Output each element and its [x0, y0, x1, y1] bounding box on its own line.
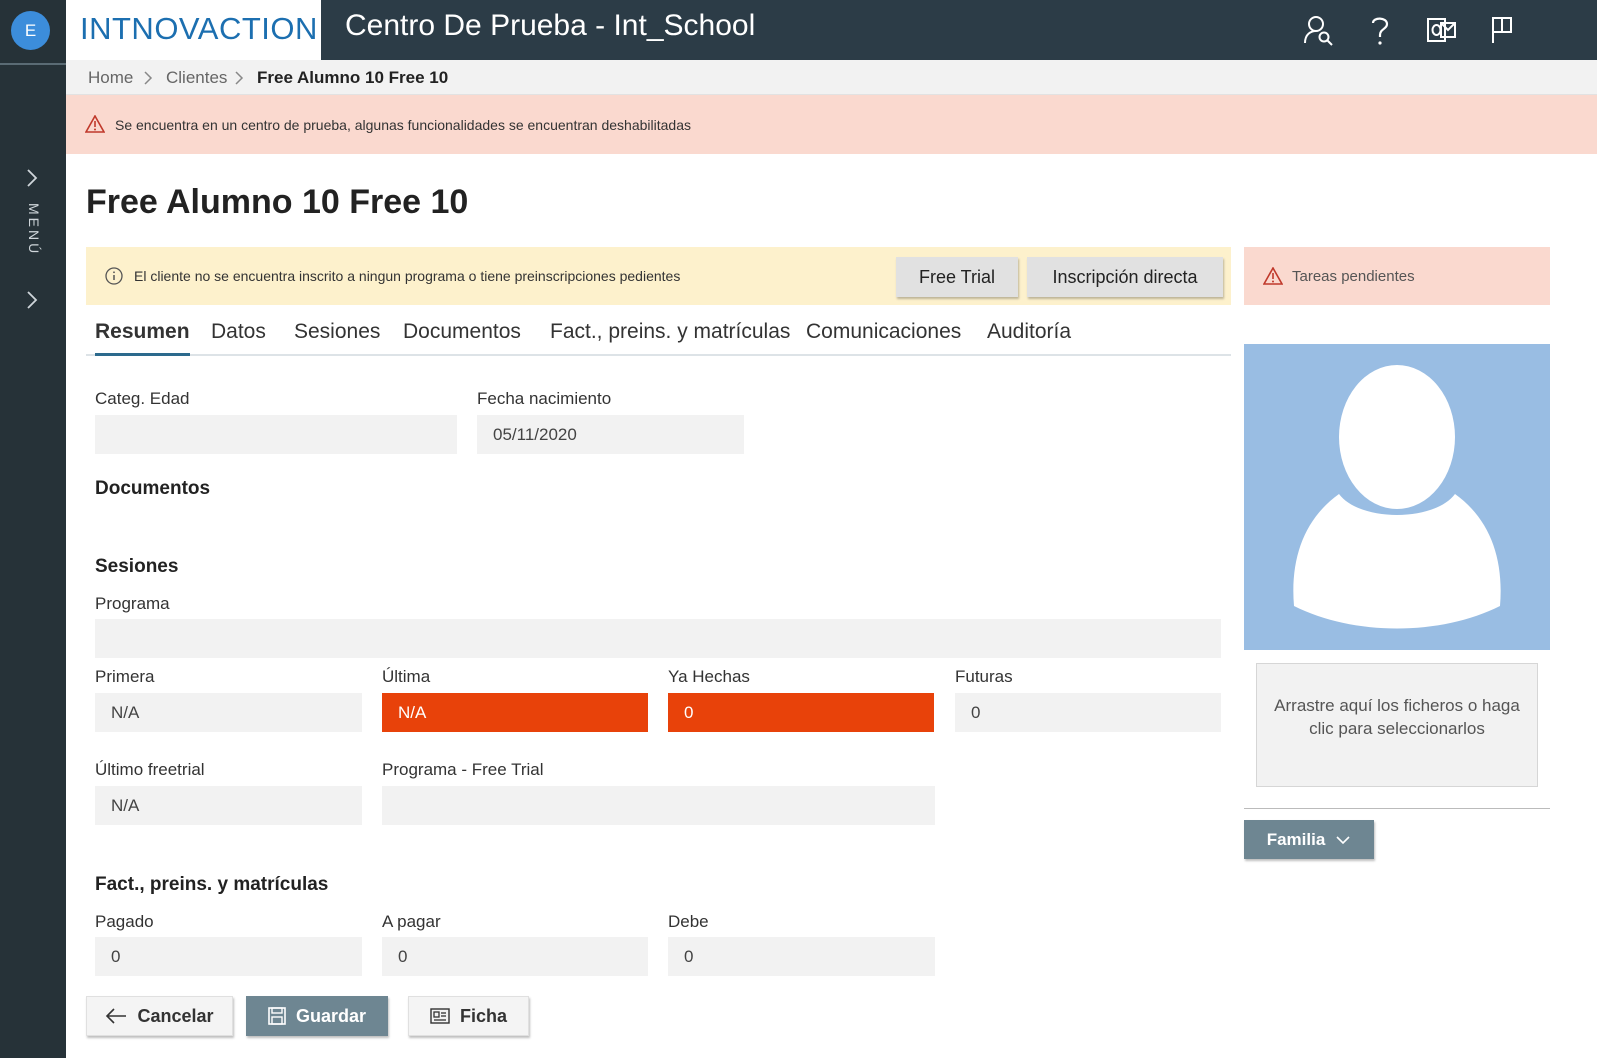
chevron-right-icon[interactable] — [25, 290, 39, 310]
ya-hechas-label: Ya Hechas — [668, 667, 750, 686]
save-button[interactable]: Guardar — [246, 996, 388, 1036]
primera-label: Primera — [95, 667, 155, 686]
user-silhouette-icon — [1293, 365, 1501, 629]
arrow-left-icon — [106, 1008, 127, 1024]
programa-field — [95, 619, 1221, 658]
top-bar: INTNOVACTION Centro De Prueba - Int_Scho… — [66, 0, 1597, 60]
breadcrumb: Home Clientes Free Alumno 10 Free 10 — [66, 60, 1597, 95]
rail-divider — [0, 63, 66, 65]
tab-facturacion[interactable]: Fact., preins. y matrículas — [550, 320, 790, 356]
categ-edad-label: Categ. Edad — [95, 389, 190, 408]
help-icon[interactable] — [1363, 13, 1397, 47]
profile-photo[interactable] — [1244, 344, 1550, 650]
primera-field: N/A — [95, 693, 362, 732]
programa-label: Programa — [95, 594, 170, 613]
save-label: Guardar — [295, 1005, 367, 1026]
facturacion-section-title: Fact., preins. y matrículas — [95, 874, 329, 895]
tab-resumen[interactable]: Resumen — [95, 320, 190, 356]
logo[interactable]: INTNOVACTION — [66, 0, 321, 60]
chevron-right-icon — [235, 71, 244, 85]
debe-label: Debe — [668, 912, 709, 931]
ya-hechas-field: 0 — [668, 693, 934, 732]
pagado-field: 0 — [95, 937, 362, 976]
futuras-field: 0 — [955, 693, 1221, 732]
ultima-field: N/A — [382, 693, 648, 732]
flag-icon[interactable] — [1485, 13, 1519, 47]
programa-free-trial-label: Programa - Free Trial — [382, 760, 544, 779]
programa-free-trial-field — [382, 786, 935, 825]
save-icon — [268, 1007, 286, 1025]
pending-tasks[interactable]: Tareas pendientes — [1244, 247, 1550, 305]
chevron-down-icon — [1336, 835, 1350, 844]
warning-icon — [1263, 267, 1283, 285]
ficha-button[interactable]: Ficha — [408, 996, 529, 1036]
fecha-nacimiento-label: Fecha nacimiento — [477, 389, 612, 408]
user-avatar[interactable]: E — [11, 11, 50, 50]
chevron-right-icon[interactable] — [25, 168, 39, 188]
ultimo-freetrial-label: Último freetrial — [95, 760, 205, 779]
tab-auditoria[interactable]: Auditoría — [987, 320, 1071, 356]
right-divider — [1244, 808, 1550, 809]
ultima-label: Última — [382, 667, 431, 686]
direct-enroll-button[interactable]: Inscripción directa — [1027, 257, 1223, 297]
enrollment-info-text: El cliente no se encuentra inscrito a ni… — [134, 268, 681, 284]
page-title: Free Alumno 10 Free 10 — [86, 183, 469, 221]
free-trial-button[interactable]: Free Trial — [896, 257, 1018, 297]
fecha-nacimiento-field: 05/11/2020 — [477, 415, 744, 454]
enrollment-info-bar: El cliente no se encuentra inscrito a ni… — [86, 247, 1231, 305]
breadcrumb-current: Free Alumno 10 Free 10 — [257, 68, 449, 87]
breadcrumb-home[interactable]: Home — [88, 68, 133, 88]
logo-text: INTNOVACTION — [80, 11, 318, 46]
sesiones-section-title: Sesiones — [95, 556, 179, 577]
cancel-label: Cancelar — [137, 1005, 214, 1026]
tab-documentos[interactable]: Documentos — [403, 320, 521, 356]
familia-dropdown-button[interactable]: Familia — [1244, 820, 1374, 859]
a-pagar-label: A pagar — [382, 912, 441, 931]
a-pagar-field: 0 — [382, 937, 648, 976]
outlook-icon[interactable] — [1424, 13, 1458, 47]
futuras-label: Futuras — [955, 667, 1013, 686]
breadcrumb-clientes[interactable]: Clientes — [166, 68, 227, 88]
debe-field: 0 — [668, 937, 935, 976]
app-title: Centro De Prueba - Int_School — [345, 9, 756, 42]
test-center-warning: Se encuentra en un centro de prueba, alg… — [66, 95, 1597, 154]
ficha-label: Ficha — [459, 1005, 507, 1026]
ultimo-freetrial-field: N/A — [95, 786, 362, 825]
user-search-icon[interactable] — [1302, 13, 1336, 47]
id-card-icon — [430, 1008, 450, 1024]
cancel-button[interactable]: Cancelar — [86, 996, 233, 1036]
file-dropzone[interactable]: Arrastre aquí los ficheros o haga clic p… — [1256, 663, 1538, 787]
categ-edad-field — [95, 415, 457, 454]
tab-bar: Resumen Datos Sesiones Documentos Fact.,… — [86, 318, 1231, 356]
pagado-label: Pagado — [95, 912, 154, 931]
left-rail: E MENÚ — [0, 0, 66, 1058]
familia-label: Familia — [1266, 829, 1326, 849]
pending-tasks-label: Tareas pendientes — [1292, 268, 1415, 285]
tab-sesiones[interactable]: Sesiones — [294, 320, 380, 356]
tab-datos[interactable]: Datos — [211, 320, 266, 356]
documentos-section-title: Documentos — [95, 478, 211, 499]
menu-label[interactable]: MENÚ — [24, 203, 42, 256]
warning-text: Se encuentra en un centro de prueba, alg… — [115, 117, 691, 133]
warning-icon — [85, 115, 105, 133]
info-icon — [105, 267, 123, 285]
tab-comunicaciones[interactable]: Comunicaciones — [806, 320, 961, 356]
chevron-right-icon — [144, 71, 153, 85]
